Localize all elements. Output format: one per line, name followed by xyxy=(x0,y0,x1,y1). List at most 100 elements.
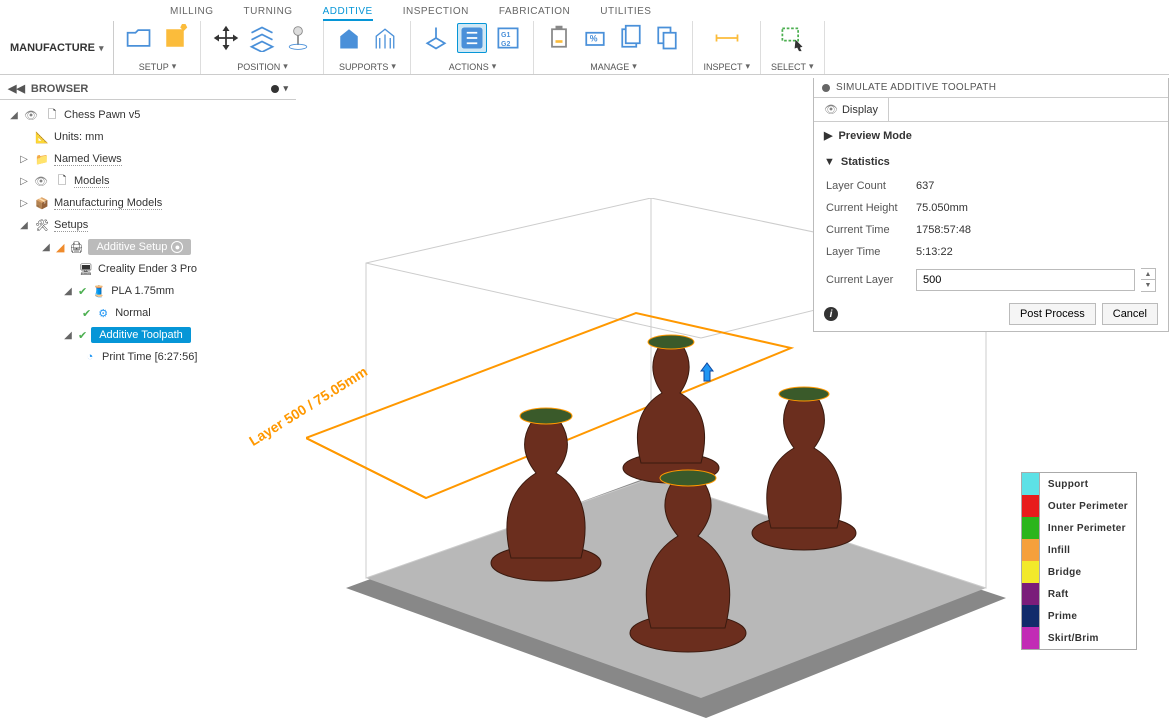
tree-profile[interactable]: ✔⚙Normal xyxy=(0,302,296,324)
caret-down-icon[interactable] xyxy=(172,61,177,72)
tab-turning[interactable]: TURNING xyxy=(244,4,293,21)
support-wire-icon[interactable] xyxy=(370,23,400,53)
caret-down-icon[interactable] xyxy=(283,61,288,72)
post-process-button[interactable]: Post Process xyxy=(1009,303,1096,325)
spinner-up-icon[interactable]: ▲ xyxy=(1141,269,1155,280)
setup-icon: 🖨 xyxy=(68,239,84,255)
caret-down-icon[interactable] xyxy=(391,61,396,72)
simulate-icon[interactable] xyxy=(457,23,487,53)
layer-spinner: ▲ ▼ xyxy=(1141,268,1156,292)
measure-icon[interactable] xyxy=(712,23,742,53)
tree-toolpath[interactable]: ◢✔Additive Toolpath xyxy=(0,324,296,346)
supports-label: SUPPORTS xyxy=(339,62,388,72)
workspace-label: MANUFACTURE xyxy=(10,42,95,54)
caret-down-icon[interactable]: ▾ xyxy=(283,83,288,94)
caret-down-icon[interactable] xyxy=(492,61,497,72)
spool-icon: 🧵 xyxy=(91,283,107,299)
swatch-icon xyxy=(1022,605,1040,627)
caret-down-icon[interactable] xyxy=(809,61,814,72)
color-legend: Support Outer Perimeter Inner Perimeter … xyxy=(1021,472,1137,650)
manage-printer-icon[interactable] xyxy=(544,23,574,53)
tab-utilities[interactable]: UTILITIES xyxy=(600,4,651,21)
caret-down-icon[interactable] xyxy=(746,61,751,72)
info-icon[interactable]: i xyxy=(824,307,838,321)
component-icon: 🗋 xyxy=(44,107,60,123)
workspace-switcher[interactable]: MANUFACTURE xyxy=(0,21,114,74)
tree-models[interactable]: ▷👁🗋Models xyxy=(0,170,296,192)
setups-icon: 🛠 xyxy=(34,217,50,233)
move-icon[interactable] xyxy=(211,23,241,53)
caret-down-icon[interactable] xyxy=(632,61,637,72)
tab-milling[interactable]: MILLING xyxy=(170,4,214,21)
legend-outer-perimeter: Outer Perimeter xyxy=(1022,495,1136,517)
stat-layer-count: Layer Count637 xyxy=(814,175,1168,197)
gcode-icon[interactable]: G1G2 xyxy=(493,23,523,53)
ribbon-group-position: POSITION xyxy=(201,21,324,74)
menu-tabs: MILLING TURNING ADDITIVE INSPECTION FABR… xyxy=(0,0,1169,21)
swatch-icon xyxy=(1022,561,1040,583)
tab-fabrication[interactable]: FABRICATION xyxy=(499,4,570,21)
select-label: SELECT xyxy=(771,62,806,72)
browser-header[interactable]: ◀◀ BROWSER ▾ xyxy=(0,78,296,100)
ribbon-group-manage: % MANAGE xyxy=(534,21,693,74)
ruler-icon: 📐 xyxy=(34,129,50,145)
manage-material-icon[interactable]: % xyxy=(580,23,610,53)
box-icon: 📦 xyxy=(34,195,50,211)
tree-manuf-models[interactable]: ▷📦Manufacturing Models xyxy=(0,192,296,214)
tree-additive-setup[interactable]: ◢◢🖨Additive Setup● xyxy=(0,236,296,258)
tree-printer[interactable]: 🖥Creality Ender 3 Pro xyxy=(0,258,296,280)
legend-bridge: Bridge xyxy=(1022,561,1136,583)
swatch-icon xyxy=(1022,495,1040,517)
eye-icon[interactable]: 👁 xyxy=(24,109,40,122)
svg-text:G2: G2 xyxy=(501,41,510,48)
legend-infill: Infill xyxy=(1022,539,1136,561)
setup-new-icon[interactable] xyxy=(160,23,190,53)
checkmark-icon: ✔ xyxy=(78,285,87,298)
layer-annotation: Layer 500 / 75.05mm xyxy=(246,363,370,449)
tree-setups[interactable]: ◢🛠Setups xyxy=(0,214,296,236)
ribbon-group-supports: SUPPORTS xyxy=(324,21,411,74)
preview-mode-toggle[interactable]: ▶Preview Mode xyxy=(814,122,1168,149)
setup-open-icon[interactable] xyxy=(124,23,154,53)
statistics-toggle[interactable]: ▼Statistics xyxy=(814,149,1168,175)
tab-display[interactable]: 👁Display xyxy=(814,98,889,121)
inspect-label: INSPECT xyxy=(703,62,742,72)
simulate-title-bar: SIMULATE ADDITIVE TOOLPATH xyxy=(814,78,1168,98)
folder-icon: 📁 xyxy=(34,151,50,167)
tab-inspection[interactable]: INSPECTION xyxy=(403,4,469,21)
simulate-panel: SIMULATE ADDITIVE TOOLPATH 👁Display ▶Pre… xyxy=(813,78,1169,332)
checkmark-icon: ✔ xyxy=(78,329,87,342)
active-badge-icon: ● xyxy=(171,241,183,253)
tree-material[interactable]: ◢✔🧵PLA 1.75mm xyxy=(0,280,296,302)
ribbon-group-setup: SETUP xyxy=(114,21,201,74)
cancel-button[interactable]: Cancel xyxy=(1102,303,1158,325)
browser-tree: ◢👁🗋Chess Pawn v5 📐Units: mm ▷📁Named View… xyxy=(0,100,296,372)
stat-current-height: Current Height75.050mm xyxy=(814,197,1168,219)
panel-dot-icon xyxy=(822,84,830,92)
generate-icon[interactable] xyxy=(421,23,451,53)
tab-additive[interactable]: ADDITIVE xyxy=(323,4,373,21)
tree-print-time[interactable]: ◔Print Time [6:27:56] xyxy=(0,346,296,368)
collapse-left-icon[interactable]: ◀◀ xyxy=(8,82,25,95)
manage-lib-icon[interactable] xyxy=(616,23,646,53)
tree-named-views[interactable]: ▷📁Named Views xyxy=(0,148,296,170)
simulate-title: SIMULATE ADDITIVE TOOLPATH xyxy=(836,82,996,93)
manage-label: MANAGE xyxy=(590,62,629,72)
browser-panel: ◀◀ BROWSER ▾ ◢👁🗋Chess Pawn v5 📐Units: mm… xyxy=(0,78,296,372)
tree-units[interactable]: 📐Units: mm xyxy=(0,126,296,148)
eye-icon[interactable]: 👁 xyxy=(34,175,50,188)
stat-current-layer: Current Layer ▲ ▼ xyxy=(814,263,1168,297)
gear-icon: ⚙ xyxy=(95,305,111,321)
place-icon[interactable] xyxy=(283,23,313,53)
arrange-icon[interactable] xyxy=(247,23,277,53)
setup-label: SETUP xyxy=(139,62,169,72)
spinner-down-icon[interactable]: ▼ xyxy=(1141,280,1155,291)
select-box-icon[interactable] xyxy=(777,23,807,53)
swatch-icon xyxy=(1022,583,1040,605)
current-layer-input[interactable] xyxy=(916,269,1135,291)
tree-root[interactable]: ◢👁🗋Chess Pawn v5 xyxy=(0,104,296,126)
support-solid-icon[interactable] xyxy=(334,23,364,53)
options-dot-icon[interactable] xyxy=(271,85,279,93)
manage-export-icon[interactable] xyxy=(652,23,682,53)
swatch-icon xyxy=(1022,627,1040,649)
